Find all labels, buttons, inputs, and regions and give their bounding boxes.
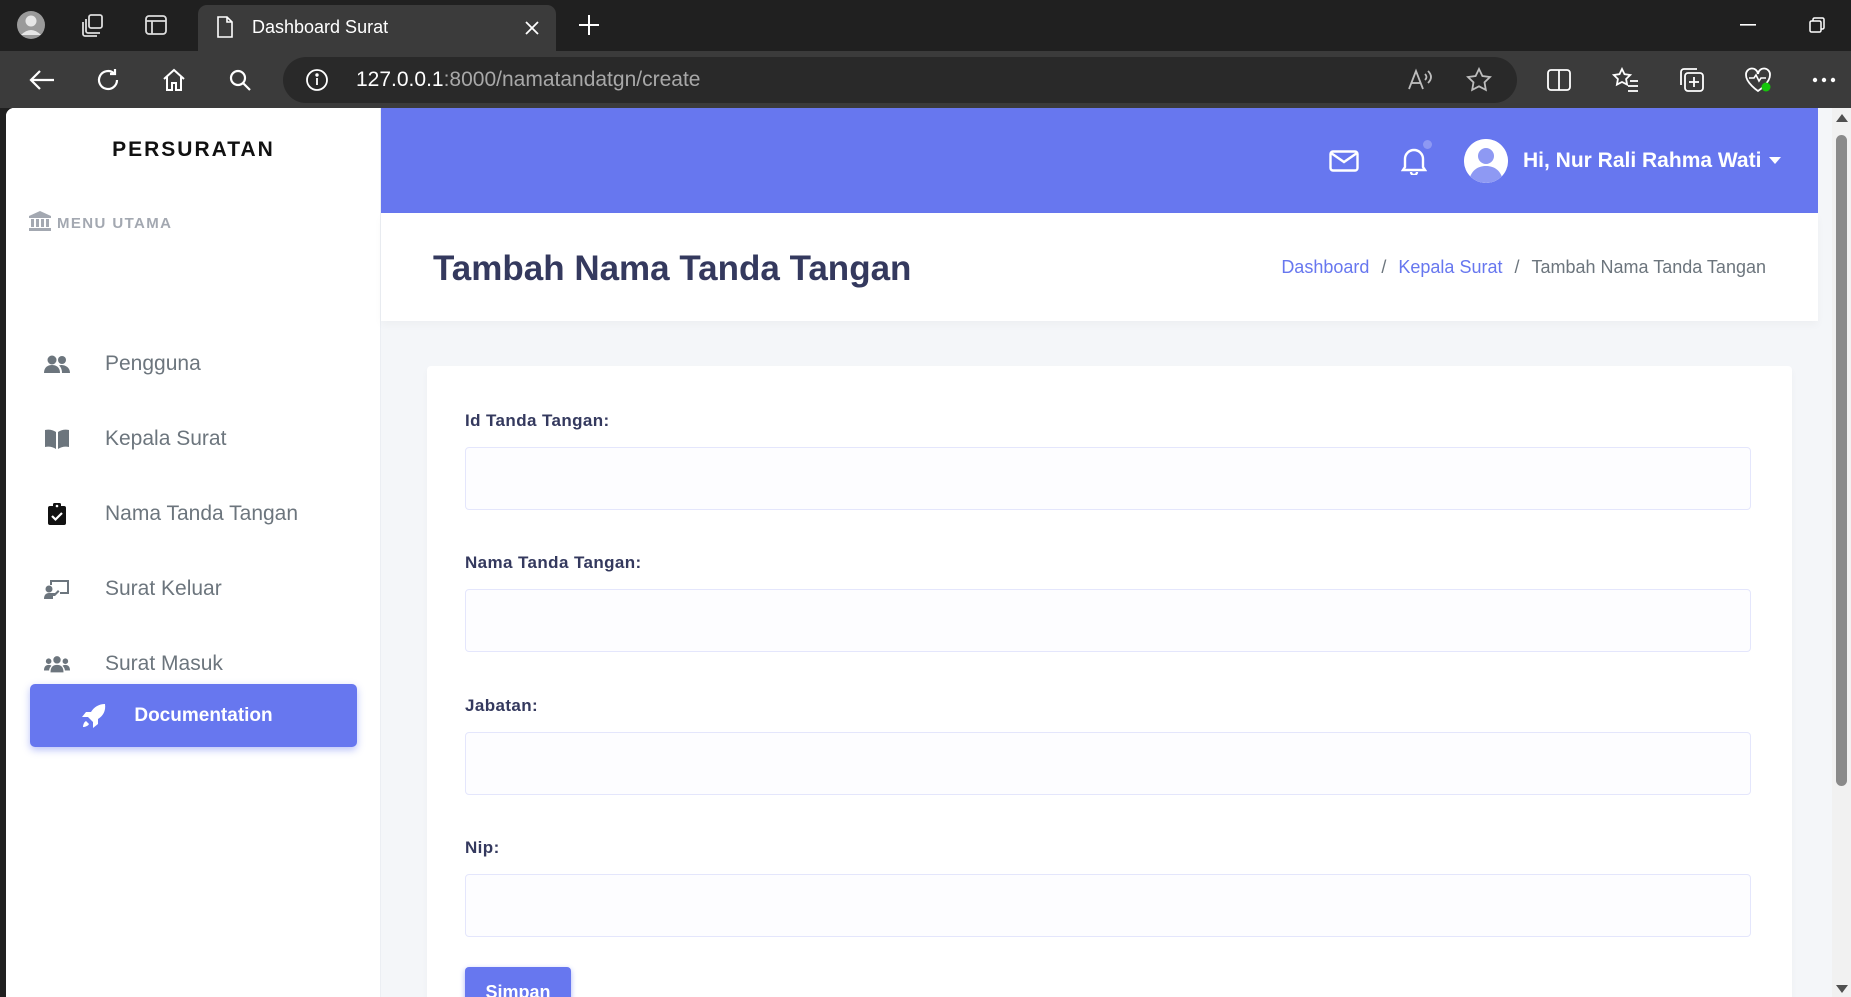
nama-tanda-tangan-label: Nama Tanda Tangan: xyxy=(465,553,642,572)
menu-header-label: MENU UTAMA xyxy=(57,214,173,232)
form-card: Id Tanda Tangan: Nama Tanda Tangan: Jaba… xyxy=(427,366,1792,997)
sidebar-item-surat-keluar[interactable]: Surat Keluar xyxy=(6,557,381,621)
documentation-button[interactable]: Documentation xyxy=(30,684,357,747)
user-greeting[interactable]: Hi, Nur Rali Rahma Wati xyxy=(1523,108,1761,213)
page-scrollbar[interactable] xyxy=(1832,108,1851,997)
sidebar-item-label: Nama Tanda Tangan xyxy=(105,502,299,525)
workspaces-icon[interactable] xyxy=(78,10,108,40)
browser-essentials-icon[interactable] xyxy=(1742,64,1774,96)
breadcrumb-separator: / xyxy=(1514,257,1520,277)
users-group-icon xyxy=(44,652,70,676)
site-info-icon[interactable] xyxy=(305,68,329,97)
jabatan-label: Jabatan: xyxy=(465,696,539,715)
more-options-icon[interactable] xyxy=(1808,64,1840,96)
breadcrumb-dashboard[interactable]: Dashboard xyxy=(1281,213,1369,321)
sidebar-item-pengguna[interactable]: Pengguna xyxy=(6,332,381,396)
active-tab[interactable]: Dashboard Surat xyxy=(198,5,556,51)
documentation-label: Documentation xyxy=(134,705,273,726)
breadcrumb-current: Tambah Nama Tanda Tangan xyxy=(1531,257,1766,277)
sidebar-item-label: Surat Keluar xyxy=(105,577,222,600)
sidebar: PERSURATAN MENU UTAMA Pengguna Kepala Su… xyxy=(6,108,381,997)
home-icon[interactable] xyxy=(158,64,190,96)
search-icon[interactable] xyxy=(224,64,256,96)
split-screen-icon[interactable] xyxy=(1543,64,1575,96)
new-tab-icon[interactable] xyxy=(574,10,604,40)
sidebar-item-label: Kepala Surat xyxy=(105,427,227,450)
chevron-down-icon[interactable] xyxy=(1769,157,1781,164)
scroll-down-arrow-icon[interactable] xyxy=(1836,985,1848,993)
favorite-star-icon[interactable] xyxy=(1465,66,1493,94)
users-icon xyxy=(44,352,70,376)
reload-icon[interactable] xyxy=(92,64,124,96)
top-navbar: Hi, Nur Rali Rahma Wati xyxy=(381,108,1818,213)
scroll-up-arrow-icon[interactable] xyxy=(1836,114,1848,122)
breadcrumb: Dashboard / Kepala Surat / Tambah Nama T… xyxy=(1281,213,1766,321)
vertical-tabs-icon[interactable] xyxy=(141,10,171,40)
collections-icon[interactable] xyxy=(1676,64,1708,96)
nip-label: Nip: xyxy=(465,838,500,857)
bell-icon[interactable] xyxy=(1397,144,1431,178)
envelope-icon[interactable] xyxy=(1327,144,1361,178)
minimize-icon[interactable] xyxy=(1728,10,1768,40)
id-tanda-tangan-label: Id Tanda Tangan: xyxy=(465,411,610,430)
nama-tanda-tangan-input[interactable] xyxy=(465,589,1751,652)
page-viewport: PERSURATAN MENU UTAMA Pengguna Kepala Su… xyxy=(6,108,1851,997)
address-bar[interactable]: 127.0.0.1:8000/namatandatgn/create xyxy=(283,57,1517,103)
scrollbar-thumb[interactable] xyxy=(1836,135,1847,786)
url-text[interactable]: 127.0.0.1:8000/namatandatgn/create xyxy=(356,57,700,103)
profile-icon[interactable] xyxy=(16,10,46,40)
nip-input[interactable] xyxy=(465,874,1751,937)
clipboard-check-icon xyxy=(44,502,70,526)
simpan-button[interactable]: Simpan xyxy=(465,967,571,997)
breadcrumb-kepala-surat[interactable]: Kepala Surat xyxy=(1398,213,1502,321)
browser-tab-bar: Dashboard Surat xyxy=(0,0,1851,51)
sidebar-item-label: Pengguna xyxy=(105,352,201,375)
sidebar-item-nama-tanda-tangan[interactable]: Nama Tanda Tangan xyxy=(6,482,381,546)
favorites-icon[interactable] xyxy=(1610,64,1642,96)
page-title: Tambah Nama Tanda Tangan xyxy=(433,249,912,288)
sidebar-item-kepala-surat[interactable]: Kepala Surat xyxy=(6,407,381,471)
browser-toolbar: 127.0.0.1:8000/namatandatgn/create xyxy=(0,51,1851,108)
section-header: Tambah Nama Tanda Tangan Dashboard / Kep… xyxy=(381,213,1818,321)
page-icon xyxy=(216,16,234,43)
back-icon[interactable] xyxy=(26,64,58,96)
book-icon xyxy=(44,427,70,451)
restore-icon[interactable] xyxy=(1797,10,1837,40)
chalkboard-teacher-icon xyxy=(44,577,70,601)
bank-icon xyxy=(29,211,51,235)
sidebar-brand[interactable]: PERSURATAN xyxy=(6,138,381,162)
menu-header: MENU UTAMA xyxy=(29,211,172,235)
id-tanda-tangan-input[interactable] xyxy=(465,447,1751,510)
avatar[interactable] xyxy=(1464,139,1508,183)
close-tab-icon[interactable] xyxy=(520,16,544,40)
tab-title: Dashboard Surat xyxy=(252,17,389,37)
breadcrumb-separator: / xyxy=(1381,257,1387,277)
notification-dot xyxy=(1423,140,1432,149)
read-aloud-icon[interactable] xyxy=(1406,66,1434,94)
jabatan-input[interactable] xyxy=(465,732,1751,795)
